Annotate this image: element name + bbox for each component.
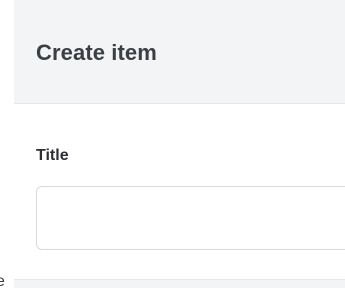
- title-input[interactable]: [36, 186, 345, 250]
- background-clipped-text: e: [0, 273, 5, 288]
- dialog-footer-divider: [14, 279, 345, 288]
- title-field-label: Title: [36, 147, 69, 164]
- dialog-header: Create item: [14, 0, 345, 104]
- create-item-dialog: Create item Title: [14, 0, 345, 288]
- screen: e Create item Title: [0, 0, 345, 288]
- dialog-title: Create item: [36, 40, 157, 65]
